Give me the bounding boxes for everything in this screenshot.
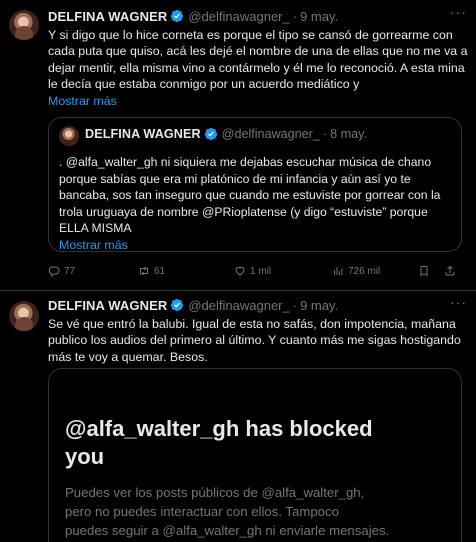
repost-button[interactable]: 61 (138, 265, 165, 277)
blocked-description-line: pero no puedes interactuar con ellos. Ta… (65, 504, 339, 519)
author-name[interactable]: DELFINA WAGNER (48, 298, 167, 313)
author-handle[interactable]: @delfinawagner_ (188, 9, 289, 24)
reply-count: 77 (64, 265, 76, 277)
tweet-text-line: cada puta que quiso, acá les dejé el nom… (48, 44, 468, 59)
quote-text-line: . @alfa_walter_gh ni siquiera me dejabas… (59, 155, 432, 169)
blocked-title: @alfa_walter_gh has blocked you (65, 415, 445, 471)
verified-badge-icon (171, 9, 184, 23)
quote-header: DELFINA WAGNER @delfinawagner_ · 8 may. (85, 127, 367, 141)
repost-icon (140, 266, 148, 276)
blocked-description-line: puedes seguir a @alfa_walter_gh ni envia… (65, 523, 390, 538)
tweet-header: DELFINA WAGNER @delfinawagner_ · 9 may. (48, 296, 338, 314)
quote-text-line: trola uruguaya de nombre @PRioplatense (… (59, 204, 428, 219)
tweet-text-line: dejar mentir, ella misma vino a contárme… (48, 60, 465, 75)
action-bar: 77 61 1 mil 726 mil (48, 265, 455, 279)
tweet-text-line: Y si digo que lo hice corneta es porque … (48, 28, 453, 42)
quote-show-more-link[interactable]: Mostrar más (59, 237, 455, 254)
show-more-link[interactable]: Mostrar más (48, 93, 468, 109)
blocked-description-line: Puedes ver los posts públicos de @alfa_w… (65, 485, 365, 500)
more-icon[interactable]: ··· (450, 294, 467, 310)
reply-button[interactable]: 77 (48, 265, 75, 277)
views-icon (334, 267, 343, 275)
tweet-text-line: más te voy a quemar. Besos. (48, 349, 208, 364)
views-count: 726 mil (348, 265, 381, 277)
timestamp[interactable]: 9 may. (300, 298, 338, 313)
verified-badge-icon (204, 127, 217, 141)
blocked-description: Puedes ver los posts públicos de @alfa_w… (65, 483, 445, 540)
like-button[interactable]: 1 mil (234, 265, 271, 277)
share-icon (445, 265, 455, 276)
tweet-text-line: publico los audios del primero al último… (48, 333, 461, 348)
views-button[interactable]: 726 mil (332, 265, 380, 277)
tweet-header: DELFINA WAGNER @delfinawagner_ · 9 may. (48, 7, 338, 25)
quote-author-name: DELFINA WAGNER (85, 127, 201, 141)
more-icon[interactable]: ··· (450, 4, 467, 20)
bookmark-icon (420, 266, 428, 277)
separator-dot: · (292, 8, 298, 24)
timestamp[interactable]: 9 may. (300, 9, 338, 24)
quote-avatar (59, 126, 79, 146)
quote-author-handle: @delfinawagner_ (221, 127, 320, 141)
reply-icon (48, 266, 60, 277)
tweet-text-line: Se vé que entró la balubi. Igual de esta… (48, 317, 456, 331)
quoted-tweet[interactable]: DELFINA WAGNER @delfinawagner_ · 8 may. … (48, 117, 462, 252)
like-icon (235, 266, 245, 276)
quote-timestamp: 8 may. (330, 127, 367, 141)
separator-dot: · (322, 127, 328, 141)
quote-text-line: porque sabías que era mi platónico de mi… (59, 171, 411, 186)
tweet[interactable]: DELFINA WAGNER @delfinawagner_ · 9 may. … (0, 0, 476, 291)
author-name[interactable]: DELFINA WAGNER (48, 9, 167, 24)
verified-badge-icon (171, 298, 184, 312)
avatar[interactable] (9, 301, 39, 331)
timeline-feed: DELFINA WAGNER @delfinawagner_ · 9 may. … (0, 0, 476, 542)
tweet-text: Y si digo que lo hice corneta es porque … (48, 27, 468, 109)
quote-text: . @alfa_walter_gh ni siquiera me dejabas… (59, 154, 455, 254)
repost-count: 61 (154, 265, 166, 277)
separator-dot: · (292, 297, 298, 313)
tweet-text-line: le decía que estaba conmigo por un acuer… (48, 77, 360, 92)
author-handle[interactable]: @delfinawagner_ (188, 298, 289, 313)
blocked-title-line: @alfa_walter_gh has blocked (65, 416, 373, 441)
quote-text-line: bancaba, sos tan inseguro que cuando me … (59, 188, 441, 203)
share-button[interactable] (444, 265, 460, 277)
media-screenshot[interactable]: @alfa_walter_gh has blocked you Puedes v… (48, 368, 462, 542)
avatar[interactable] (9, 10, 39, 40)
quote-text-line: ELLA MISMA (59, 221, 132, 236)
blocked-title-line: you (65, 444, 105, 469)
bookmark-button[interactable] (418, 265, 434, 277)
tweet-text: Se vé que entró la balubi. Igual de esta… (48, 316, 468, 365)
like-count: 1 mil (250, 265, 272, 277)
